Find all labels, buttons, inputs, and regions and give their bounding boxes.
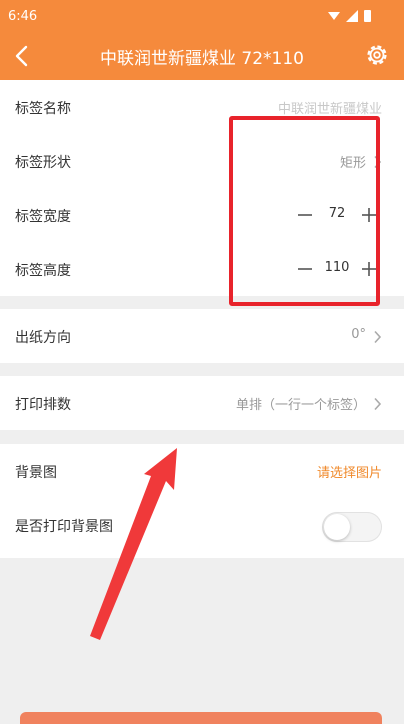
select-image-link[interactable]: 请选择图片 — [317, 462, 382, 481]
background-label: 背景图 — [15, 465, 57, 481]
print-background-row: 是否打印背景图 — [0, 498, 404, 558]
wifi-icon — [328, 12, 340, 20]
label-name-label: 标签名称 — [15, 101, 71, 117]
back-arrow-icon[interactable] — [8, 42, 36, 70]
print-background-toggle[interactable] — [322, 512, 382, 542]
background-row[interactable]: 背景图 请选择图片 — [0, 444, 404, 498]
print-layout-value: 单排（一行一个标签） — [235, 398, 366, 413]
gear-icon[interactable] — [364, 42, 390, 68]
chevron-right-icon — [374, 397, 382, 411]
label-height-label: 标签高度 — [15, 263, 71, 279]
bottom-action-bar[interactable] — [20, 712, 382, 724]
print-background-label: 是否打印背景图 — [15, 519, 113, 535]
label-name-value[interactable]: 中联润世新疆煤业 — [278, 98, 382, 117]
status-bar: 6:46 — [0, 0, 404, 32]
paper-direction-group: 出纸方向 0° — [0, 309, 404, 363]
toggle-knob — [324, 514, 350, 540]
background-group: 背景图 请选择图片 是否打印背景图 — [0, 444, 404, 558]
paper-direction-value: 0° — [351, 327, 366, 342]
signal-icon — [346, 10, 358, 22]
print-layout-label: 打印排数 — [15, 397, 71, 413]
battery-icon — [364, 10, 371, 22]
print-layout-row[interactable]: 打印排数 单排（一行一个标签） — [0, 376, 404, 430]
paper-direction-row[interactable]: 出纸方向 0° — [0, 309, 404, 363]
chevron-right-icon — [374, 330, 382, 344]
page-title: 中联润世新疆煤业 72*110 — [100, 49, 304, 69]
app-header: 中联润世新疆煤业 72*110 — [0, 32, 404, 80]
paper-direction-label: 出纸方向 — [15, 330, 71, 346]
print-layout-group: 打印排数 单排（一行一个标签） — [0, 376, 404, 430]
status-time: 6:46 — [8, 9, 38, 24]
label-width-label: 标签宽度 — [15, 209, 71, 225]
status-icons — [328, 10, 371, 22]
label-shape-label: 标签形状 — [15, 155, 71, 171]
highlight-box — [229, 116, 380, 306]
